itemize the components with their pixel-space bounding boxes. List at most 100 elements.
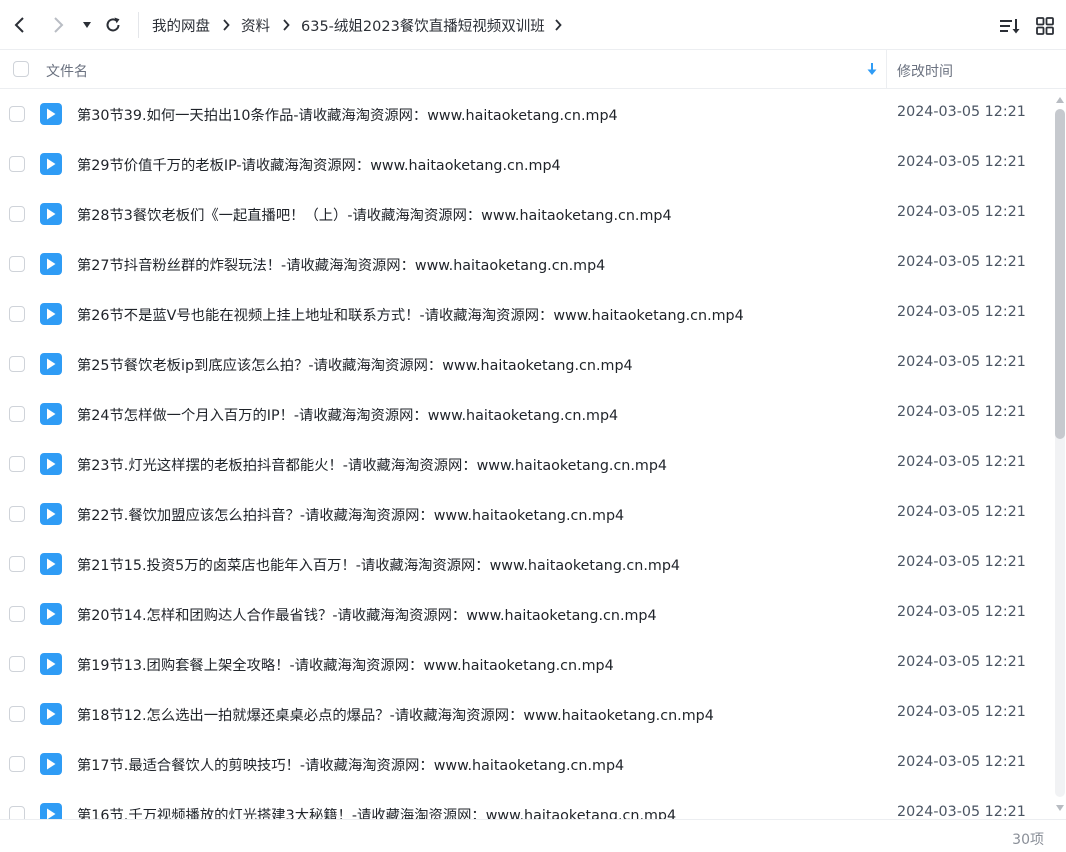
history-dropdown-button[interactable] [74, 12, 100, 38]
file-modified-time: 2024-03-05 12:21 [897, 554, 1026, 570]
file-row[interactable]: 第20节14.怎样和团购达人合作最省钱？-请收藏海淘资源网：www.haitao… [0, 589, 1052, 639]
video-file-icon [40, 353, 62, 375]
video-file-icon [40, 603, 62, 625]
row-checkbox[interactable] [9, 556, 25, 572]
column-divider[interactable] [886, 50, 887, 88]
row-checkbox[interactable] [9, 506, 25, 522]
file-name[interactable]: 第16节.千万视频播放的灯光搭建3大秘籍！-请收藏海淘资源网：www.haita… [77, 804, 676, 819]
row-checkbox[interactable] [9, 206, 25, 222]
file-row[interactable]: 第30节39.如何一天拍出10条作品-请收藏海淘资源网：www.haitaoke… [0, 89, 1052, 139]
row-checkbox[interactable] [9, 256, 25, 272]
file-name[interactable]: 第26节不是蓝V号也能在视频上挂上地址和联系方式！-请收藏海淘资源网：www.h… [77, 304, 744, 325]
file-row[interactable]: 第19节13.团购套餐上架全攻略！-请收藏海淘资源网：www.haitaoket… [0, 639, 1052, 689]
scroll-up-arrow-icon[interactable] [1056, 97, 1064, 103]
row-checkbox[interactable] [9, 156, 25, 172]
file-row[interactable]: 第16节.千万视频播放的灯光搭建3大秘籍！-请收藏海淘资源网：www.haita… [0, 789, 1052, 819]
caret-down-icon [83, 22, 91, 28]
video-file-icon [40, 203, 62, 225]
row-checkbox[interactable] [9, 406, 25, 422]
file-name[interactable]: 第29节价值千万的老板IP-请收藏海淘资源网：www.haitaoketang.… [77, 154, 561, 175]
file-row[interactable]: 第27节抖音粉丝群的炸裂玩法！-请收藏海淘资源网：www.haitaoketan… [0, 239, 1052, 289]
toolbar: 我的网盘 资料 635-绒姐2023餐饮直播短视频双训班 [0, 0, 1066, 50]
file-modified-time: 2024-03-05 12:21 [897, 804, 1026, 819]
file-modified-time: 2024-03-05 12:21 [897, 254, 1026, 270]
file-modified-time: 2024-03-05 12:21 [897, 154, 1026, 170]
file-modified-time: 2024-03-05 12:21 [897, 404, 1026, 420]
scroll-thumb[interactable] [1055, 109, 1065, 439]
back-button[interactable] [6, 12, 32, 38]
file-modified-time: 2024-03-05 12:21 [897, 754, 1026, 770]
file-name[interactable]: 第17节.最适合餐饮人的剪映技巧！-请收藏海淘资源网：www.haitaoket… [77, 754, 624, 775]
file-row[interactable]: 第21节15.投资5万的卤菜店也能年入百万！-请收藏海淘资源网：www.hait… [0, 539, 1052, 589]
grid-view-icon [1036, 17, 1054, 35]
video-file-icon [40, 303, 62, 325]
file-row[interactable]: 第18节12.怎么选出一拍就爆还桌桌必点的爆品？-请收藏海淘资源网：www.ha… [0, 689, 1052, 739]
row-checkbox[interactable] [9, 706, 25, 722]
refresh-icon [106, 17, 120, 32]
file-modified-time: 2024-03-05 12:21 [897, 504, 1026, 520]
row-checkbox[interactable] [9, 356, 25, 372]
file-name[interactable]: 第27节抖音粉丝群的炸裂玩法！-请收藏海淘资源网：www.haitaoketan… [77, 254, 605, 275]
file-name[interactable]: 第23节.灯光这样摆的老板拍抖音都能火！-请收藏海淘资源网：www.haitao… [77, 454, 667, 475]
video-file-icon [40, 753, 62, 775]
file-row[interactable]: 第26节不是蓝V号也能在视频上挂上地址和联系方式！-请收藏海淘资源网：www.h… [0, 289, 1052, 339]
file-name[interactable]: 第20节14.怎样和团购达人合作最省钱？-请收藏海淘资源网：www.haitao… [77, 604, 657, 625]
file-modified-time: 2024-03-05 12:21 [897, 204, 1026, 220]
list-header: 文件名 修改时间 [0, 50, 1066, 89]
file-modified-time: 2024-03-05 12:21 [897, 704, 1026, 720]
sort-down-arrow-icon[interactable] [866, 62, 878, 80]
scroll-down-arrow-icon[interactable] [1056, 805, 1064, 811]
sort-list-icon [1000, 19, 1020, 34]
file-name[interactable]: 第18节12.怎么选出一拍就爆还桌桌必点的爆品？-请收藏海淘资源网：www.ha… [77, 704, 714, 725]
file-name[interactable]: 第21节15.投资5万的卤菜店也能年入百万！-请收藏海淘资源网：www.hait… [77, 554, 680, 575]
row-checkbox[interactable] [9, 456, 25, 472]
row-checkbox[interactable] [9, 606, 25, 622]
file-modified-time: 2024-03-05 12:21 [897, 304, 1026, 320]
refresh-button[interactable] [100, 12, 126, 38]
column-header-name[interactable]: 文件名 [46, 61, 88, 81]
file-row[interactable]: 第23节.灯光这样摆的老板拍抖音都能火！-请收藏海淘资源网：www.haitao… [0, 439, 1052, 489]
forward-button[interactable] [46, 12, 72, 38]
video-file-icon [40, 703, 62, 725]
column-header-modified-time[interactable]: 修改时间 [897, 61, 953, 81]
chevron-right-icon [54, 17, 64, 33]
sort-button[interactable] [998, 14, 1022, 38]
file-name[interactable]: 第28节3餐饮老板们《一起直播吧！（上）-请收藏海淘资源网：www.haitao… [77, 204, 672, 225]
row-checkbox[interactable] [9, 106, 25, 122]
video-file-icon [40, 653, 62, 675]
chevron-left-icon [14, 17, 24, 33]
video-file-icon [40, 403, 62, 425]
select-all-checkbox[interactable] [13, 61, 29, 77]
vertical-scrollbar[interactable] [1054, 93, 1066, 815]
chevron-right-icon [222, 19, 230, 31]
video-file-icon [40, 253, 62, 275]
scroll-track[interactable] [1055, 109, 1065, 797]
chevron-right-icon[interactable] [554, 19, 562, 31]
file-row[interactable]: 第17节.最适合餐饮人的剪映技巧！-请收藏海淘资源网：www.haitaoket… [0, 739, 1052, 789]
status-bar: 30项 [0, 819, 1066, 852]
file-modified-time: 2024-03-05 12:21 [897, 104, 1026, 120]
row-checkbox[interactable] [9, 656, 25, 672]
grid-view-button[interactable] [1033, 14, 1057, 38]
row-checkbox[interactable] [9, 306, 25, 322]
file-row[interactable]: 第29节价值千万的老板IP-请收藏海淘资源网：www.haitaoketang.… [0, 139, 1052, 189]
file-row[interactable]: 第24节怎样做一个月入百万的IP！-请收藏海淘资源网：www.haitaoket… [0, 389, 1052, 439]
file-name[interactable]: 第25节餐饮老板ip到底应该怎么拍？-请收藏海淘资源网：www.haitaoke… [77, 354, 633, 375]
file-row[interactable]: 第28节3餐饮老板们《一起直播吧！（上）-请收藏海淘资源网：www.haitao… [0, 189, 1052, 239]
video-file-icon [40, 103, 62, 125]
file-name[interactable]: 第19节13.团购套餐上架全攻略！-请收藏海淘资源网：www.haitaoket… [77, 654, 614, 675]
file-list: 第30节39.如何一天拍出10条作品-请收藏海淘资源网：www.haitaoke… [0, 89, 1052, 819]
row-checkbox[interactable] [9, 806, 25, 819]
video-file-icon [40, 553, 62, 575]
file-row[interactable]: 第25节餐饮老板ip到底应该怎么拍？-请收藏海淘资源网：www.haitaoke… [0, 339, 1052, 389]
file-modified-time: 2024-03-05 12:21 [897, 454, 1026, 470]
file-name[interactable]: 第24节怎样做一个月入百万的IP！-请收藏海淘资源网：www.haitaoket… [77, 404, 618, 425]
file-name[interactable]: 第22节.餐饮加盟应该怎么拍抖音？-请收藏海淘资源网：www.haitaoket… [77, 504, 624, 525]
file-name[interactable]: 第30节39.如何一天拍出10条作品-请收藏海淘资源网：www.haitaoke… [77, 104, 618, 125]
chevron-right-icon [282, 19, 290, 31]
breadcrumb-item-current-folder[interactable]: 635-绒姐2023餐饮直播短视频双训班 [301, 15, 545, 36]
breadcrumb-item-materials[interactable]: 资料 [241, 15, 270, 36]
file-row[interactable]: 第22节.餐饮加盟应该怎么拍抖音？-请收藏海淘资源网：www.haitaoket… [0, 489, 1052, 539]
breadcrumb-item-my-drive[interactable]: 我的网盘 [152, 15, 210, 36]
row-checkbox[interactable] [9, 756, 25, 772]
